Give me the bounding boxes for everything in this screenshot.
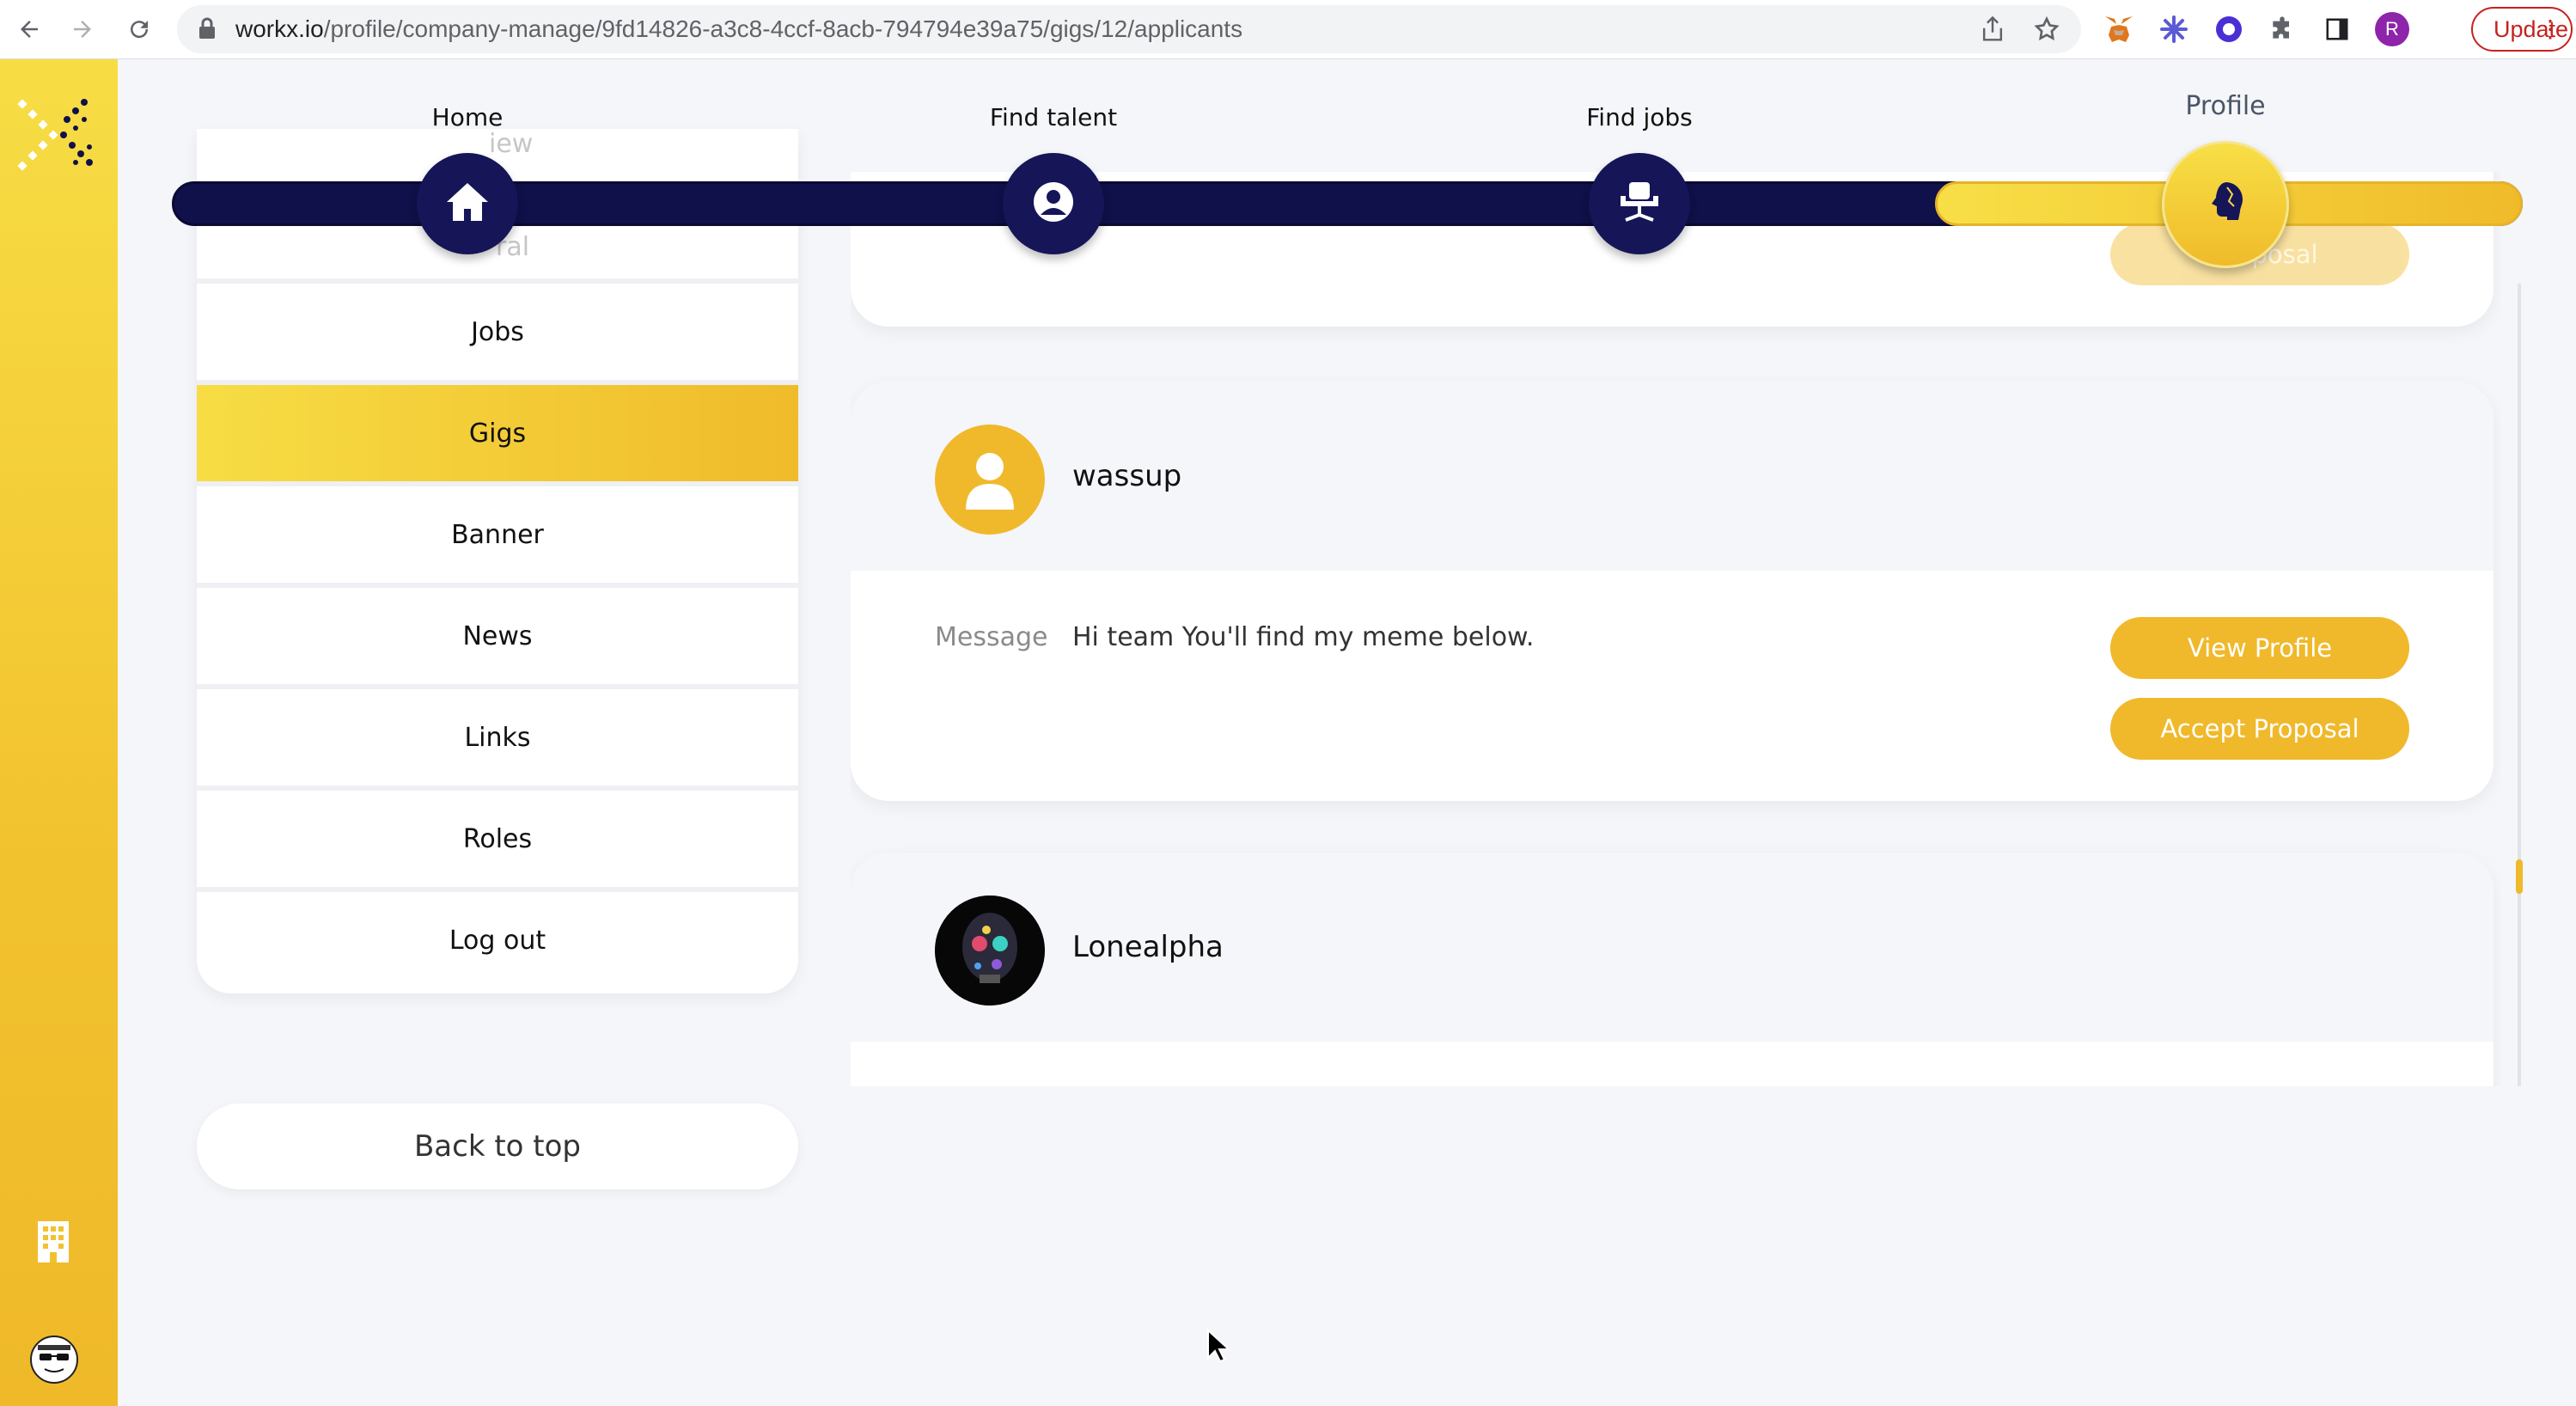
nav-label-profile[interactable]: Profile [2097, 91, 2354, 121]
nav-profile-button[interactable] [2162, 141, 2289, 268]
office-chair-icon [1619, 180, 1660, 227]
menu-item-roles[interactable]: Roles [197, 791, 798, 892]
menu-item-gigs[interactable]: Gigs [197, 385, 798, 486]
puzzle-extensions-icon[interactable] [2265, 12, 2299, 46]
menu-item-label: Roles [462, 823, 533, 854]
menu-item-label: Gigs [468, 418, 527, 449]
browser-profile-avatar[interactable]: R [2375, 12, 2409, 46]
message-text: Hi team You'll find my meme below. [1072, 622, 1535, 652]
user-avatar-icon[interactable] [29, 1335, 79, 1388]
applicant-card: wassup Message Hi team You'll find my me… [851, 382, 2494, 801]
nav-label-find-talent[interactable]: Find talent [925, 103, 1182, 131]
view-profile-button[interactable]: View Profile [2110, 617, 2409, 679]
home-icon [445, 181, 490, 226]
nav-find-talent-button[interactable] [1003, 153, 1104, 254]
forward-arrow-icon[interactable] [65, 12, 100, 46]
menu-item-logout[interactable]: Log out [197, 892, 798, 988]
asterisk-extension-icon[interactable] [2157, 12, 2191, 46]
workx-logo-icon[interactable] [15, 94, 95, 176]
circle-extension-icon[interactable] [2212, 12, 2246, 46]
left-rail [0, 59, 118, 1406]
mouse-cursor-icon [1206, 1328, 1231, 1366]
menu-item-label: Jobs [471, 316, 524, 347]
lock-icon [198, 17, 217, 43]
bookmark-star-icon[interactable] [2033, 15, 2060, 46]
accept-proposal-button[interactable]: Accept Proposal [2110, 698, 2409, 760]
metamask-fox-icon[interactable] [2102, 12, 2136, 46]
building-icon[interactable] [34, 1220, 72, 1268]
back-to-top-button[interactable]: Back to top [197, 1103, 798, 1189]
url-text: workx.io/profile/company-manage/9fd14826… [235, 15, 1243, 42]
message-label: Message [935, 622, 1048, 652]
share-icon[interactable] [1980, 15, 2005, 46]
menu-item-links[interactable]: Links [197, 689, 798, 791]
content-scrollbar-track[interactable] [2518, 284, 2521, 1086]
content-scrollbar-thumb[interactable] [2516, 859, 2523, 894]
applicant-card: Lonealpha [851, 853, 2494, 1086]
back-arrow-icon[interactable] [12, 12, 46, 46]
menu-item-jobs[interactable]: Jobs [197, 284, 798, 385]
menu-item-label: Links [464, 722, 531, 753]
nav-label-find-jobs[interactable]: Find jobs [1511, 103, 1768, 131]
menu-item-label: Banner [451, 519, 544, 550]
reload-icon[interactable] [122, 12, 156, 46]
address-bar[interactable]: workx.io/profile/company-manage/9fd14826… [177, 5, 2081, 53]
default-user-icon [935, 425, 1045, 535]
nav-home-button[interactable] [417, 153, 518, 254]
applicant-avatar-image [935, 896, 1045, 1006]
user-circle-icon [1032, 180, 1075, 227]
nav-find-jobs-button[interactable] [1589, 153, 1690, 254]
applicant-name: Lonealpha [1072, 930, 1224, 964]
menu-item-label: News [462, 620, 533, 651]
menu-item-news[interactable]: News [197, 588, 798, 689]
profile-side-menu: iew ral Jobs Gigs Banner News Links Role… [197, 129, 798, 993]
menu-item-label: Log out [449, 925, 546, 956]
profile-head-icon [2201, 179, 2249, 230]
browser-update-button[interactable]: Update ⋮ [2471, 7, 2573, 52]
side-panel-icon[interactable] [2320, 12, 2354, 46]
applicants-list[interactable]: A roposal wassup Message Hi team You'll … [851, 172, 2500, 1086]
browser-toolbar: workx.io/profile/company-manage/9fd14826… [0, 0, 2576, 59]
menu-item-label: iew [489, 129, 534, 159]
more-vert-icon: ⋮ [2538, 15, 2562, 42]
menu-item-banner[interactable]: Banner [197, 486, 798, 588]
nav-label-home[interactable]: Home [339, 103, 596, 131]
applicant-name: wassup [1072, 459, 1182, 493]
